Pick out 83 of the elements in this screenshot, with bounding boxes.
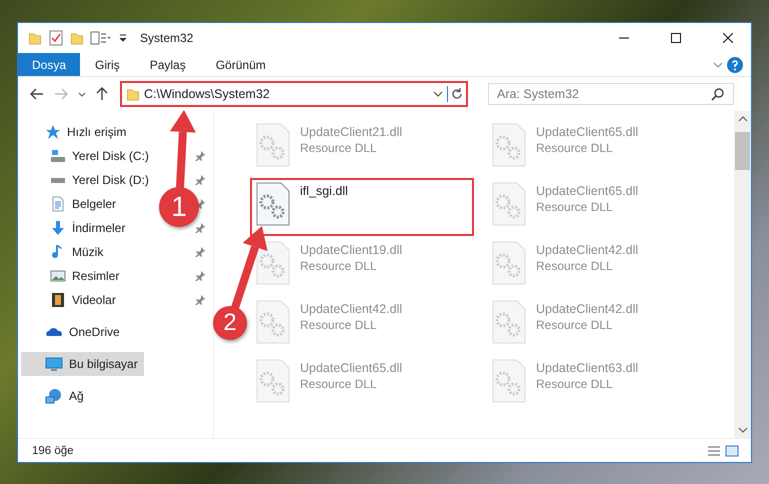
sidebar-item[interactable]: Videolar bbox=[21, 288, 122, 312]
up-button[interactable] bbox=[94, 85, 110, 103]
address-bar[interactable]: C:\Windows\System32 bbox=[120, 81, 468, 107]
properties-icon bbox=[90, 30, 112, 46]
pin-icon[interactable] bbox=[195, 295, 205, 305]
file-type: Resource DLL bbox=[536, 377, 614, 391]
item-count: 196 öğe bbox=[32, 444, 75, 456]
search-bar[interactable]: Ara: System32 bbox=[488, 83, 734, 105]
minimize-icon bbox=[619, 37, 629, 39]
gear-file-icon bbox=[492, 241, 526, 285]
down-arrow-icon bbox=[50, 220, 66, 236]
gear-file-icon bbox=[492, 359, 526, 403]
chevron-icon bbox=[713, 62, 723, 68]
gear-file-icon bbox=[492, 300, 526, 344]
pin-icon[interactable] bbox=[195, 247, 205, 257]
folder-icon bbox=[28, 32, 42, 44]
tiles-view-button[interactable] bbox=[723, 442, 741, 458]
ribbon-tab[interactable]: Görünüm bbox=[200, 53, 281, 76]
film-icon bbox=[50, 292, 66, 308]
picture-icon bbox=[50, 268, 66, 284]
document-icon bbox=[50, 196, 66, 212]
file-type: Resource DLL bbox=[536, 259, 614, 273]
file-type: Resource DLL bbox=[536, 141, 614, 155]
help-icon bbox=[727, 56, 743, 72]
caret-icon bbox=[78, 92, 86, 96]
forward-arrow-icon bbox=[54, 88, 68, 100]
gear-file-icon bbox=[256, 359, 290, 403]
list-icon bbox=[707, 444, 721, 456]
folder-icon bbox=[126, 88, 140, 100]
gear-file-icon bbox=[256, 182, 290, 226]
search-icon bbox=[711, 87, 725, 101]
file-menu-tab[interactable]: Dosya bbox=[18, 53, 80, 76]
up-arrow-icon bbox=[96, 87, 108, 101]
back-button[interactable] bbox=[28, 86, 46, 102]
file-type: Resource DLL bbox=[300, 141, 378, 155]
folder-icon bbox=[70, 32, 84, 44]
sidebar-item[interactable]: Hızlı erişim bbox=[21, 120, 132, 144]
window-title: System32 bbox=[140, 31, 194, 45]
sidebar-item[interactable]: Bu bilgisayar bbox=[21, 352, 144, 376]
sidebar-item[interactable]: Ağ bbox=[21, 384, 90, 408]
address-field[interactable]: C:\Windows\System32 bbox=[140, 87, 433, 101]
sidebar-item[interactable]: Resimler bbox=[21, 264, 126, 288]
ribbon-tab[interactable]: Giriş bbox=[80, 53, 135, 76]
close-icon bbox=[723, 33, 733, 43]
gear-file-icon bbox=[492, 182, 526, 226]
drive-icon bbox=[50, 176, 66, 184]
pin-icon[interactable] bbox=[195, 223, 205, 233]
back-arrow-icon bbox=[30, 88, 44, 100]
sidebar-item[interactable]: Yerel Disk (D:) bbox=[21, 168, 155, 192]
file-type: Resource DLL bbox=[536, 318, 614, 332]
caret-icon bbox=[738, 427, 748, 433]
gear-file-icon bbox=[256, 123, 290, 167]
monitor-icon bbox=[45, 356, 63, 372]
forward-button[interactable] bbox=[52, 86, 70, 102]
pin-icon[interactable] bbox=[195, 151, 205, 161]
maximize-icon bbox=[671, 33, 681, 43]
sidebar-item[interactable]: Yerel Disk (C:) bbox=[21, 144, 155, 168]
sidebar-item[interactable]: Müzik bbox=[21, 240, 110, 264]
gear-file-icon bbox=[492, 123, 526, 167]
drive-icon bbox=[50, 148, 66, 164]
gear-file-icon bbox=[256, 300, 290, 344]
gear-file-icon bbox=[256, 241, 290, 285]
sidebar-item[interactable]: Belgeler bbox=[21, 192, 122, 216]
star-icon bbox=[45, 124, 61, 140]
checklist-icon bbox=[48, 30, 64, 46]
pin-icon[interactable] bbox=[195, 175, 205, 185]
sidebar-item[interactable]: İndirmeler bbox=[21, 216, 132, 240]
recent-locations-button[interactable] bbox=[76, 90, 88, 98]
file-type: Resource DLL bbox=[536, 200, 614, 214]
refresh-icon bbox=[451, 88, 463, 100]
sidebar-item[interactable]: OneDrive bbox=[21, 320, 126, 344]
file-name[interactable]: ifl_sgi.dll bbox=[300, 184, 348, 198]
scroll-thumb[interactable] bbox=[735, 132, 750, 170]
scrollbar[interactable] bbox=[734, 111, 751, 438]
file-type: Resource DLL bbox=[300, 377, 378, 391]
network-icon bbox=[45, 388, 63, 404]
file-type: Resource DLL bbox=[300, 259, 378, 273]
caret-icon bbox=[738, 116, 748, 122]
caret-icon bbox=[433, 91, 443, 97]
file-type: Resource DLL bbox=[300, 318, 378, 332]
pin-icon[interactable] bbox=[195, 271, 205, 281]
ribbon-tab[interactable]: Paylaş bbox=[134, 53, 201, 76]
tiles-icon bbox=[725, 444, 739, 456]
